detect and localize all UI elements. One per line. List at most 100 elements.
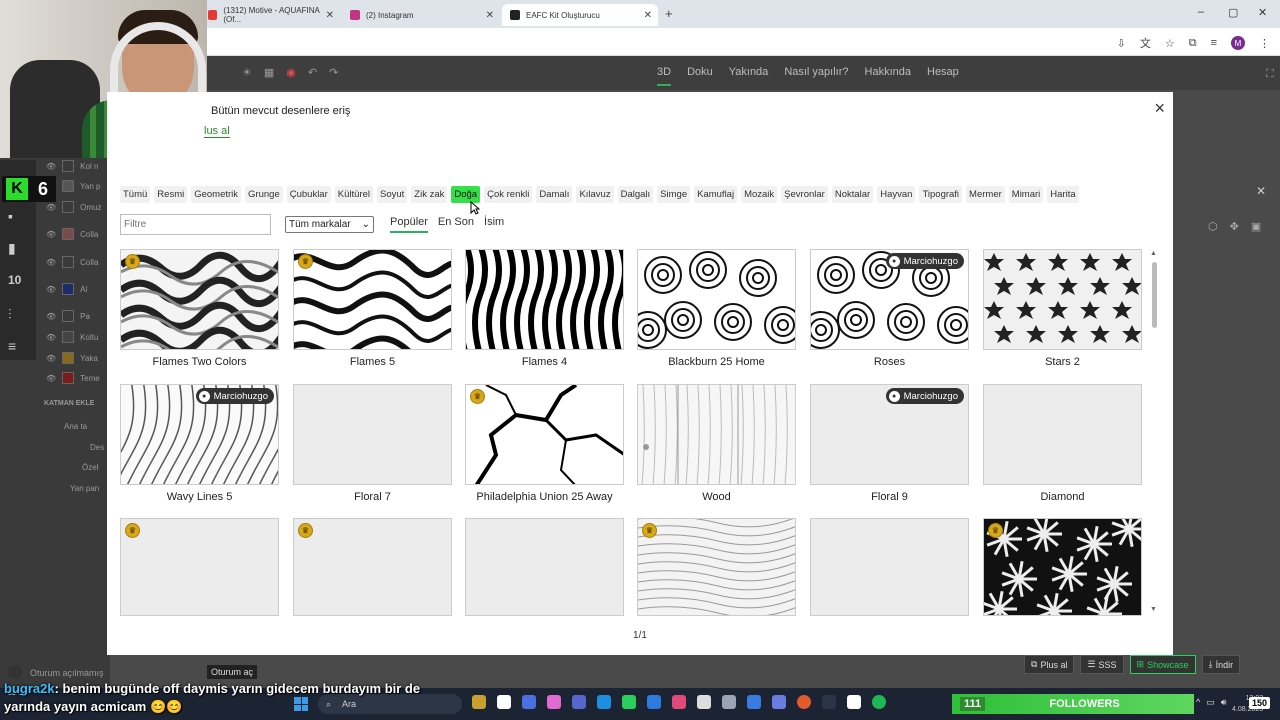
layer-row[interactable]: 👁︎ Yaka [46, 352, 98, 364]
cube-icon[interactable]: ⬡ [1208, 220, 1218, 233]
scroll-up-icon[interactable]: ▲ [1150, 250, 1157, 257]
nav-hakkinda[interactable]: Hakkında [865, 66, 911, 86]
tab-eafc[interactable]: EAFC Kit Oluşturucu ✕ [502, 4, 658, 26]
category-2[interactable]: Geometrik [191, 186, 242, 203]
scroll-down-icon[interactable]: ▼ [1150, 606, 1157, 613]
layer-swatch[interactable] [62, 372, 75, 384]
plus-link[interactable]: lus al [204, 125, 230, 138]
category-0[interactable]: Tümü [120, 186, 151, 203]
layer-row[interactable]: 👁︎ Omuz [46, 201, 102, 213]
close-icon[interactable]: ✕ [326, 10, 334, 21]
install-icon[interactable]: ⇩ [1117, 37, 1126, 50]
pattern-thumbnail[interactable] [810, 518, 969, 616]
tab-instagram[interactable]: (2) Instagram ✕ [342, 4, 500, 26]
faq-button[interactable]: ☰ SSS [1080, 655, 1124, 674]
sort-latest[interactable]: En Son [438, 216, 474, 233]
layer-add-yan[interactable]: Yan pan [70, 484, 99, 493]
taskbar-app-icon[interactable] [547, 695, 561, 709]
bookmark-star-icon[interactable]: ☆ [1165, 37, 1175, 50]
category-9[interactable]: Çok renkli [484, 186, 533, 203]
sun-icon[interactable]: ☀ [242, 66, 252, 79]
category-20[interactable]: Mermer [966, 186, 1005, 203]
pattern-thumbnail[interactable]: ● Marciohuzgo [120, 384, 279, 485]
eye-icon[interactable]: 👁︎ [46, 162, 56, 171]
taskbar-app-icon[interactable] [822, 695, 836, 709]
pattern-thumbnail[interactable] [637, 384, 796, 485]
category-13[interactable]: Simge [657, 186, 691, 203]
pattern-thumbnail[interactable] [293, 384, 452, 485]
showcase-button[interactable]: ⊞ Showcase [1129, 655, 1196, 674]
layer-add-ozel[interactable]: Özel [82, 463, 98, 472]
notification-badge[interactable]: 150 [1249, 697, 1271, 709]
network-icon[interactable]: ▭ [1206, 697, 1215, 708]
eye-icon[interactable]: 👁︎ [46, 354, 56, 363]
taskbar-app-icon[interactable] [497, 695, 511, 709]
layers-icon[interactable]: ▪ [8, 208, 13, 224]
category-1[interactable]: Resmi [154, 186, 188, 203]
eye-icon[interactable]: 👁︎ [46, 258, 56, 267]
layer-swatch[interactable] [62, 228, 75, 240]
taskbar-app-icon[interactable] [672, 695, 686, 709]
pattern-thumbnail[interactable]: ● Marciohuzgo [810, 249, 969, 350]
download-button[interactable]: ⤓ İndir [1201, 655, 1241, 674]
eye-icon[interactable]: 👁︎ [46, 333, 56, 342]
camera-icon[interactable]: ▣ [1251, 220, 1261, 233]
close-window-button[interactable]: ✕ [1258, 6, 1267, 19]
nav-hesap[interactable]: Hesap [927, 66, 959, 86]
redo-icon[interactable]: ↷ [329, 66, 338, 79]
layer-swatch[interactable] [62, 256, 75, 268]
author-badge[interactable]: ● Marciohuzgo [195, 388, 274, 404]
category-17[interactable]: Noktalar [831, 186, 874, 203]
sliders-icon[interactable]: ⫶ [8, 306, 12, 323]
translate-icon[interactable]: 文 [1140, 35, 1151, 51]
category-11[interactable]: Kılavuz [576, 186, 614, 203]
category-22[interactable]: Harita [1047, 186, 1079, 203]
category-12[interactable]: Dalgalı [617, 186, 654, 203]
category-5[interactable]: Kültürel [334, 186, 373, 203]
pattern-thumbnail[interactable] [637, 249, 796, 350]
category-6[interactable]: Soyut [376, 186, 408, 203]
taskbar-app-icon[interactable] [797, 695, 811, 709]
layer-swatch[interactable] [62, 160, 75, 172]
layer-swatch[interactable] [62, 283, 75, 295]
layer-row[interactable]: 👁︎ Teme [46, 372, 100, 384]
maximize-button[interactable]: ▢ [1228, 6, 1238, 19]
category-14[interactable]: Kamuflaj [694, 186, 738, 203]
pattern-thumbnail[interactable]: ♛ [120, 249, 279, 350]
grid-icon[interactable]: ▦ [264, 66, 274, 79]
filter-input[interactable] [120, 214, 271, 235]
nav-3d[interactable]: 3D [657, 66, 672, 86]
pattern-thumbnail[interactable] [983, 384, 1142, 485]
hamburger-icon[interactable]: ≡ [8, 338, 16, 354]
close-icon[interactable]: ✕ [644, 10, 652, 21]
category-10[interactable]: Damalı [536, 186, 573, 203]
tab-youtube[interactable]: (1312) Motive - AQUAFINA (Of... ✕ [200, 4, 340, 26]
taskbar-app-icon[interactable] [522, 695, 536, 709]
nav-nasil[interactable]: Nasıl yapılır? [784, 66, 848, 86]
taskbar-app-icon[interactable] [772, 695, 786, 709]
taskbar-app-icon[interactable] [472, 695, 486, 709]
taskbar-app-icon[interactable] [747, 695, 761, 709]
profile-avatar[interactable]: M [1231, 36, 1245, 50]
taskbar-app-icon[interactable] [572, 695, 586, 709]
author-badge[interactable]: ● Marciohuzgo [885, 388, 964, 404]
author-badge[interactable]: ● Marciohuzgo [885, 253, 964, 269]
media-icon[interactable]: ≡ [1211, 37, 1217, 49]
volume-icon[interactable]: 🔊︎ [1221, 697, 1227, 708]
taskbar-app-icon[interactable] [872, 695, 886, 709]
eye-icon[interactable]: 👁︎ [46, 374, 56, 383]
sort-name[interactable]: İsim [484, 216, 504, 233]
fullscreen-icon[interactable]: ⛶ [1266, 68, 1274, 81]
pattern-thumbnail[interactable]: ● Marciohuzgo [810, 384, 969, 485]
category-4[interactable]: Çubuklar [286, 186, 331, 203]
move-icon[interactable]: ✥ [1230, 220, 1239, 233]
category-18[interactable]: Hayvan [877, 186, 916, 203]
category-15[interactable]: Mozaik [741, 186, 778, 203]
plus-button[interactable]: ⧉ Plus al [1024, 655, 1075, 674]
layer-swatch[interactable] [62, 310, 75, 322]
eye-icon[interactable]: 👁︎ [46, 285, 56, 294]
taskbar-app-icon[interactable] [597, 695, 611, 709]
eye-icon[interactable]: 👁︎ [46, 203, 56, 212]
category-16[interactable]: Şevronlar [781, 186, 828, 203]
layer-row[interactable]: 👁︎ Pa [46, 310, 90, 322]
